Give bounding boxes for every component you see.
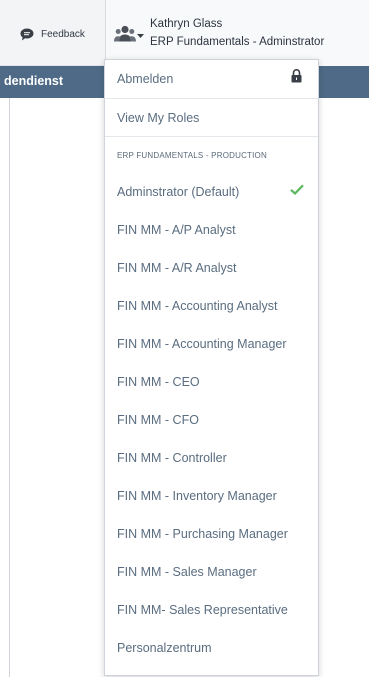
- role-item[interactable]: FIN MM - Sales Manager: [105, 553, 318, 591]
- role-item[interactable]: FIN MM - CEO: [105, 363, 318, 401]
- app-root: Feedback Kathryn Glass ERP Fundamentals …: [0, 0, 369, 677]
- role-item[interactable]: FIN MM - A/R Analyst: [105, 249, 318, 287]
- nav-item-partial[interactable]: dendienst: [4, 74, 63, 88]
- role-label: FIN MM - Purchasing Manager: [117, 527, 288, 541]
- role-section-header: ERP FUNDAMENTALS - PRODUCTION: [105, 137, 318, 173]
- role-label: FIN MM - CEO: [117, 375, 200, 389]
- role-item[interactable]: FIN MM - Accounting Manager: [105, 325, 318, 363]
- speech-bubble-icon: [20, 28, 34, 40]
- role-label: FIN MM - CFO: [117, 413, 199, 427]
- view-roles-label: View My Roles: [117, 110, 200, 125]
- checkmark-icon: [290, 184, 304, 195]
- user-role-dropdown: Abmelden View My Roles ERP FUNDAMENTALS …: [104, 59, 319, 676]
- role-item[interactable]: FIN MM - Inventory Manager: [105, 477, 318, 515]
- role-item[interactable]: Personalzentrum: [105, 629, 318, 667]
- role-label: FIN MM - A/P Analyst: [117, 223, 236, 237]
- role-label: Adminstrator (Default): [117, 185, 240, 199]
- user-current-role: ERP Fundamentals - Adminstrator: [150, 36, 325, 48]
- role-item[interactable]: FIN MM - Controller: [105, 439, 318, 477]
- role-label: FIN MM - Controller: [117, 451, 227, 465]
- view-roles-menu-item[interactable]: View My Roles: [105, 99, 318, 137]
- role-label: FIN MM - Sales Manager: [117, 565, 257, 579]
- user-menu-toggle[interactable]: Kathryn Glass ERP Fundamentals - Adminst…: [106, 0, 369, 66]
- role-label: FIN MM - Accounting Manager: [117, 337, 287, 351]
- role-item[interactable]: FIN MM - CFO: [105, 401, 318, 439]
- role-section-label: ERP FUNDAMENTALS - PRODUCTION: [117, 150, 267, 160]
- logout-label: Abmelden: [117, 72, 174, 86]
- feedback-button[interactable]: Feedback: [20, 24, 85, 44]
- user-name: Kathryn Glass: [150, 18, 223, 30]
- role-item[interactable]: FIN MM- Sales Representative: [105, 591, 318, 629]
- role-item[interactable]: FIN MM - Accounting Analyst: [105, 287, 318, 325]
- lock-icon: [291, 69, 302, 83]
- content-border: [9, 98, 10, 677]
- role-item[interactable]: FIN MM - Purchasing Manager: [105, 515, 318, 553]
- role-item-default[interactable]: Adminstrator (Default): [105, 173, 318, 211]
- feedback-label: Feedback: [41, 28, 85, 40]
- users-group-icon: [114, 25, 136, 42]
- role-item[interactable]: FIN MM - A/P Analyst: [105, 211, 318, 249]
- role-label: Personalzentrum: [117, 641, 212, 655]
- top-header: Feedback Kathryn Glass ERP Fundamentals …: [0, 0, 369, 66]
- role-label: FIN MM - Inventory Manager: [117, 489, 277, 503]
- role-label: FIN MM - Accounting Analyst: [117, 299, 278, 313]
- logout-menu-item[interactable]: Abmelden: [105, 60, 318, 99]
- role-label: FIN MM- Sales Representative: [117, 603, 288, 617]
- role-label: FIN MM - A/R Analyst: [117, 261, 237, 275]
- caret-down-icon: [137, 34, 144, 38]
